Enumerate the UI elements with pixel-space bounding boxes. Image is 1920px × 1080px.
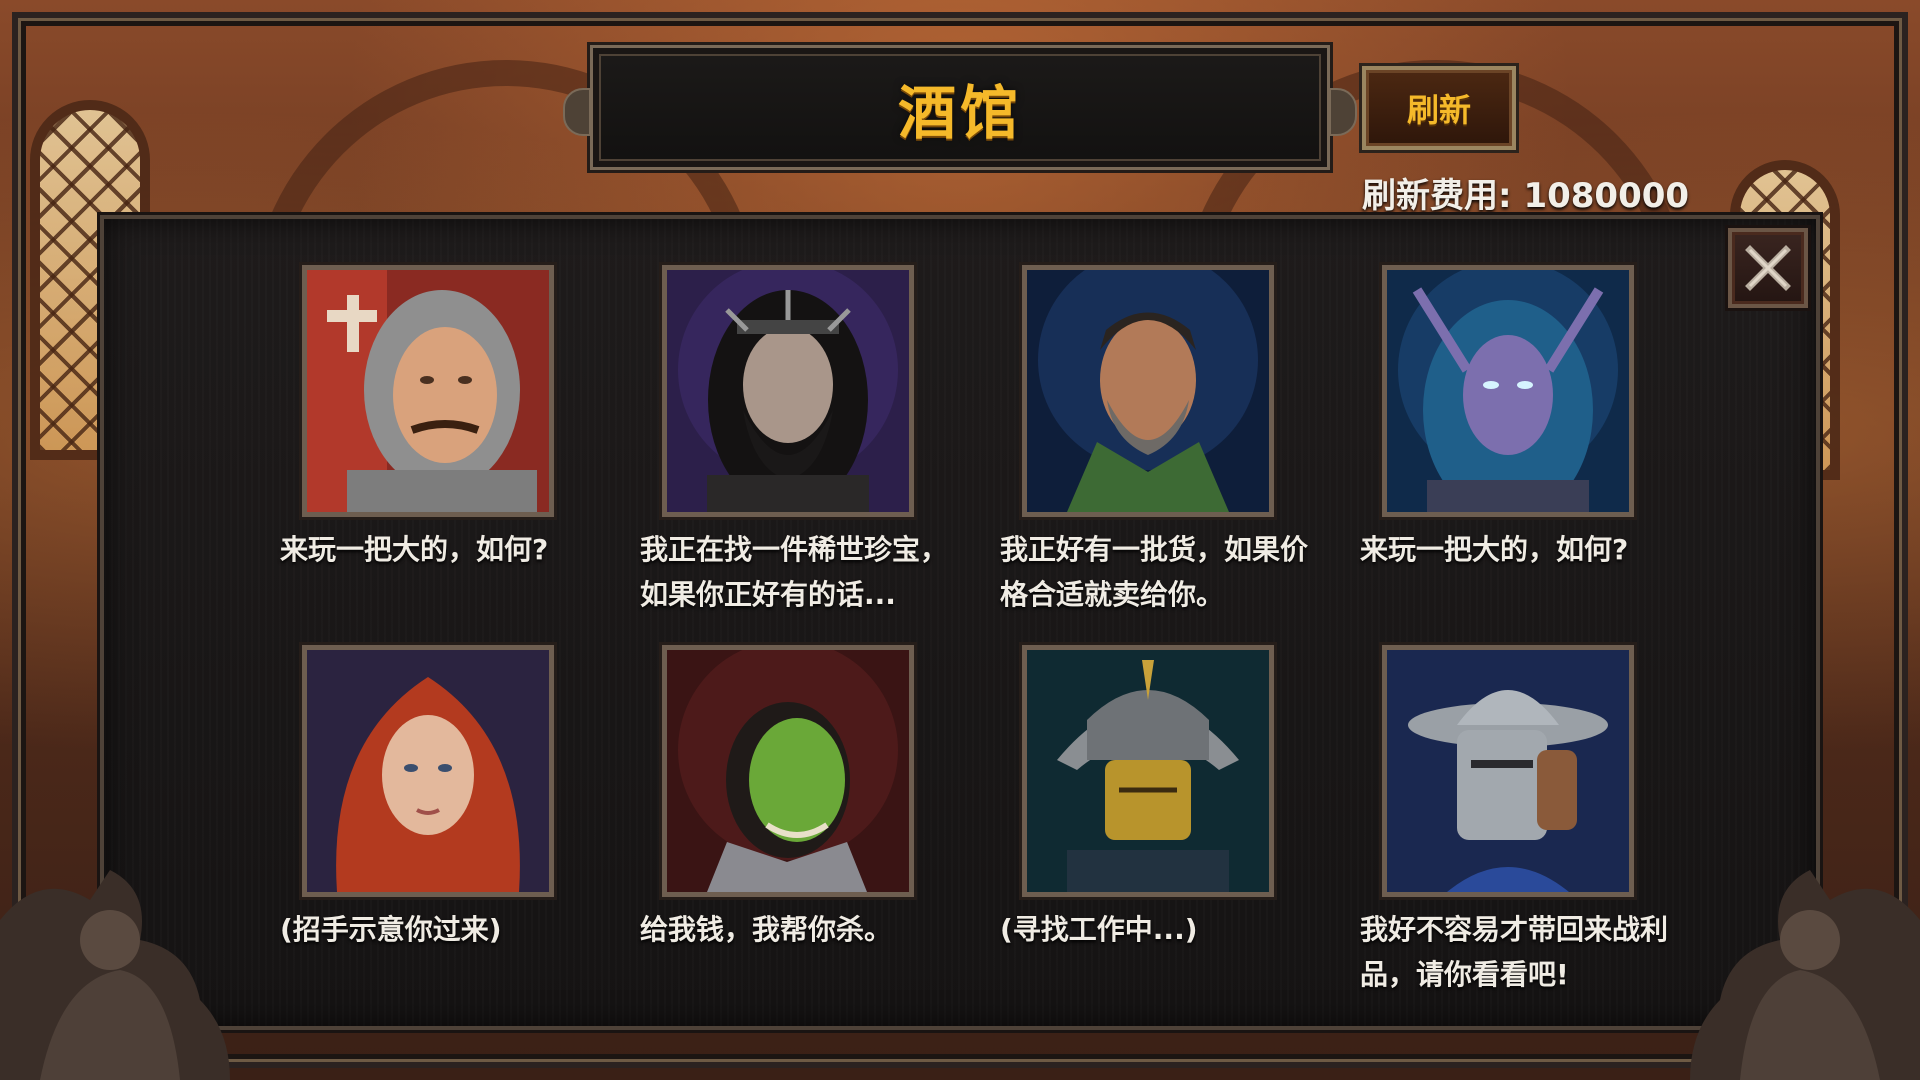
hero-quote: 我正在找一件稀世珍宝，如果你正好有的话... — [640, 533, 949, 611]
orc-mercenary-portrait — [662, 645, 914, 897]
chainmail-knight-portrait — [302, 265, 554, 517]
hero-quote: 来玩一把大的，如何? — [280, 533, 549, 566]
night-elf-portrait — [1382, 265, 1634, 517]
title-plate: 酒馆 — [563, 45, 1357, 170]
refresh-cost-value: 1080000 — [1523, 176, 1690, 216]
dark-bearded-warrior-portrait — [662, 265, 914, 517]
hero-quote: 来玩一把大的，如何? — [1360, 533, 1629, 566]
samurai-portrait — [1022, 645, 1274, 897]
red-hooded-woman-portrait — [302, 645, 554, 897]
hero-card[interactable]: (寻找工作中...) — [1000, 645, 1310, 975]
hero-quote: 给我钱，我帮你杀。 — [640, 913, 893, 946]
refresh-button-label: 刷新 — [1406, 91, 1471, 129]
hero-quote: (招手示意你过来) — [280, 913, 502, 946]
hero-card[interactable]: 来玩一把大的，如何? — [280, 265, 590, 595]
knight-ornament — [0, 870, 230, 1080]
bearded-merchant-portrait — [1022, 265, 1274, 517]
hero-card[interactable]: 给我钱，我帮你杀。 — [640, 645, 950, 975]
hero-card[interactable]: 我正好有一批货，如果价格合适就卖给你。 — [1000, 265, 1310, 611]
page-title: 酒馆 — [897, 78, 1022, 147]
hero-quote: 我好不容易才带回来战利品，请你看看吧! — [1360, 913, 1669, 991]
hero-card[interactable]: (招手示意你过来) — [280, 645, 590, 975]
hero-quote: (寻找工作中...) — [1000, 913, 1198, 946]
refresh-cost: 刷新费用: 1080000 — [1362, 168, 1689, 217]
close-icon — [1745, 245, 1791, 291]
close-button[interactable] — [1728, 228, 1808, 308]
hero-card[interactable]: 我好不容易才带回来战利品，请你看看吧! — [1360, 645, 1670, 991]
hero-quote: 我正好有一批货，如果价格合适就卖给你。 — [1000, 533, 1309, 611]
refresh-cost-label: 刷新费用: — [1362, 176, 1524, 216]
hero-card[interactable]: 我正在找一件稀世珍宝，如果你正好有的话... — [640, 265, 950, 611]
knight-ornament — [1690, 870, 1920, 1080]
hero-card[interactable]: 来玩一把大的，如何? — [1360, 265, 1670, 595]
refresh-button[interactable]: 刷新 — [1362, 66, 1516, 150]
helmeted-soldier-portrait — [1382, 645, 1634, 897]
